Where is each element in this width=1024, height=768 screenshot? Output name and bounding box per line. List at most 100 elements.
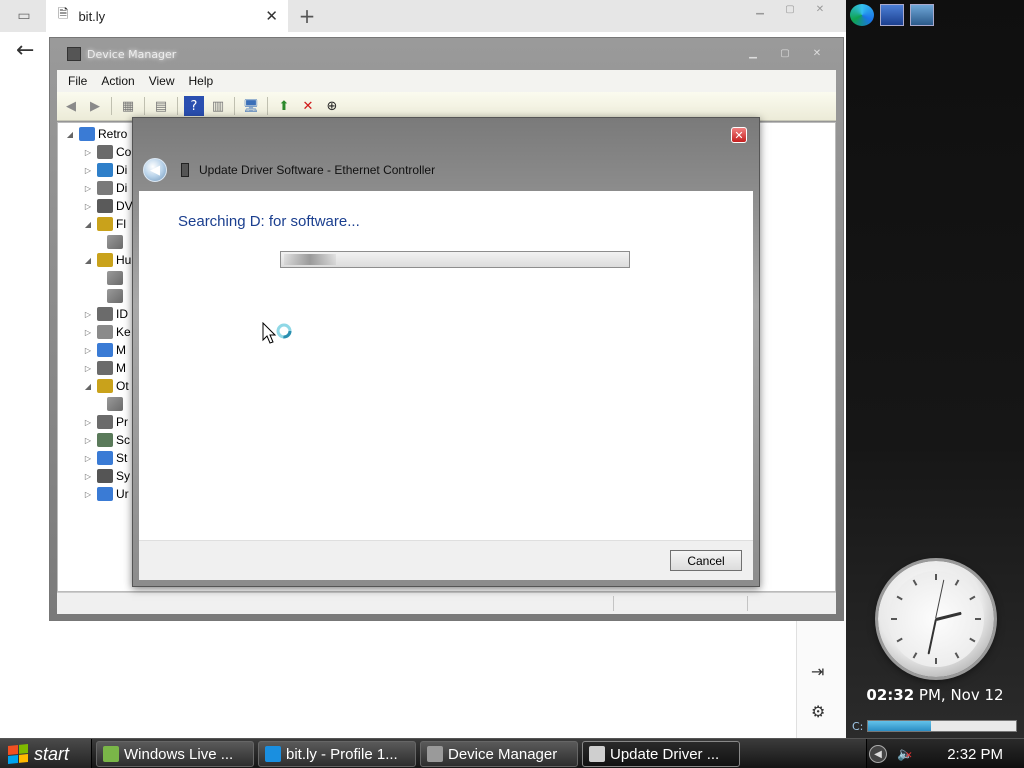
collapse-icon[interactable]: ◢ bbox=[82, 220, 94, 229]
close-icon[interactable]: ✕ bbox=[812, 2, 828, 16]
tree-category[interactable]: ▷ Pr bbox=[82, 413, 128, 431]
back-arrow-icon[interactable]: ◀ bbox=[143, 158, 167, 182]
tree-category[interactable]: ▷ Co bbox=[82, 143, 131, 161]
clock-tick bbox=[954, 579, 960, 586]
tree-category[interactable]: ▷ Di bbox=[82, 179, 127, 197]
back-arrow-icon[interactable]: ◀ bbox=[61, 96, 81, 116]
start-button[interactable]: start bbox=[0, 739, 92, 768]
split-screen-icon[interactable]: ⇥ bbox=[811, 662, 824, 681]
volume-muted-icon[interactable]: 🔈 ✕ bbox=[897, 747, 913, 762]
device-manager-icon bbox=[67, 47, 81, 61]
properties-icon[interactable]: ▤ bbox=[151, 96, 171, 116]
clock-tick bbox=[896, 595, 903, 601]
tree-category[interactable]: ▷ Di bbox=[82, 161, 127, 179]
tab-actions-icon[interactable]: ▭ bbox=[10, 6, 38, 26]
browser-side-rail: ⇥ ⚙ bbox=[796, 620, 846, 738]
maximize-icon[interactable]: ▢ bbox=[774, 46, 796, 60]
task-update-driver[interactable]: Update Driver ... bbox=[582, 741, 740, 767]
forward-arrow-icon[interactable]: ▶ bbox=[85, 96, 105, 116]
expand-icon[interactable]: ▷ bbox=[82, 364, 94, 373]
expand-icon[interactable]: ▷ bbox=[82, 166, 94, 175]
tree-label: ID bbox=[116, 307, 128, 321]
tree-child-device[interactable] bbox=[104, 395, 126, 413]
tree-child-device[interactable] bbox=[104, 287, 126, 305]
expand-icon[interactable]: ▷ bbox=[82, 472, 94, 481]
collapse-icon[interactable]: ◢ bbox=[82, 256, 94, 265]
help-icon[interactable]: ? bbox=[184, 96, 204, 116]
tree-category[interactable]: ◢ Ot bbox=[82, 377, 129, 395]
task-device-manager[interactable]: Device Manager bbox=[420, 741, 578, 767]
system-tray: ◀ 🔈 ✕ 2:32 PM bbox=[866, 739, 1024, 768]
tree-root[interactable]: ◢ Retro bbox=[64, 125, 127, 143]
tree-category[interactable]: ▷ M bbox=[82, 359, 126, 377]
minimize-icon[interactable]: ▁ bbox=[752, 2, 768, 16]
tree-category[interactable]: ▷ Sy bbox=[82, 467, 130, 485]
device-manager-titlebar[interactable]: Device Manager ▁ ▢ ✕ bbox=[57, 38, 836, 70]
show-desktop-icon[interactable] bbox=[880, 4, 904, 26]
tree-child-device[interactable] bbox=[104, 233, 126, 251]
menu-file[interactable]: File bbox=[61, 74, 94, 88]
action-pane-icon[interactable]: ▥ bbox=[208, 96, 228, 116]
tree-label: M bbox=[116, 361, 126, 375]
drive-usage-fill bbox=[868, 721, 931, 731]
scan-hardware-icon[interactable]: 🖥 bbox=[241, 96, 261, 116]
switch-windows-icon[interactable] bbox=[910, 4, 934, 26]
browser-window-controls: ▁ ▢ ✕ bbox=[752, 2, 828, 16]
expand-icon[interactable]: ▷ bbox=[82, 490, 94, 499]
browser-tab[interactable]: 🗎 bit.ly ✕ bbox=[46, 0, 288, 32]
tree-category[interactable]: ▷ Sc bbox=[82, 431, 130, 449]
expand-icon[interactable]: ▷ bbox=[82, 310, 94, 319]
clock-readout: 02:32 PM, Nov 12 bbox=[846, 686, 1024, 704]
tree-label: Retro bbox=[98, 127, 128, 141]
device-icon bbox=[181, 163, 189, 177]
clock-time: 02:32 bbox=[866, 686, 915, 704]
taskbar-clock[interactable]: 2:32 PM bbox=[947, 746, 1003, 763]
busy-cursor-icon bbox=[262, 322, 292, 344]
expand-icon[interactable]: ▷ bbox=[82, 328, 94, 337]
tree-label: M bbox=[116, 343, 126, 357]
maximize-icon[interactable]: ▢ bbox=[782, 2, 798, 16]
tree-category[interactable]: ▷ ID bbox=[82, 305, 128, 323]
collapse-icon[interactable]: ◢ bbox=[82, 382, 94, 391]
tree-category[interactable]: ▷ DV bbox=[82, 197, 133, 215]
close-tab-icon[interactable]: ✕ bbox=[265, 7, 278, 25]
expand-icon[interactable]: ▷ bbox=[82, 454, 94, 463]
disable-device-icon[interactable]: ⊕ bbox=[322, 96, 342, 116]
expand-icon[interactable]: ▷ bbox=[82, 436, 94, 445]
gear-icon[interactable]: ⚙ bbox=[811, 702, 825, 721]
dialog-close-button[interactable]: ✕ bbox=[731, 127, 747, 143]
expand-icon[interactable]: ▷ bbox=[82, 346, 94, 355]
clock-tick bbox=[969, 637, 976, 643]
tree-category[interactable]: ◢ Fl bbox=[82, 215, 126, 233]
tree-category[interactable]: ▷ Ur bbox=[82, 485, 129, 503]
tree-label: Di bbox=[116, 181, 128, 195]
expand-icon[interactable]: ▷ bbox=[82, 418, 94, 427]
tree-category[interactable]: ◢ Hu bbox=[82, 251, 131, 269]
back-button[interactable]: ← bbox=[16, 38, 34, 63]
edge-icon[interactable] bbox=[850, 4, 874, 26]
menu-help[interactable]: Help bbox=[182, 74, 221, 88]
clock-date: PM, Nov 12 bbox=[914, 686, 1004, 704]
task-windows-live[interactable]: Windows Live ... bbox=[96, 741, 254, 767]
minimize-icon[interactable]: ▁ bbox=[742, 46, 764, 60]
cancel-button[interactable]: Cancel bbox=[670, 550, 742, 571]
menu-view[interactable]: View bbox=[142, 74, 182, 88]
tree-category[interactable]: ▷ St bbox=[82, 449, 127, 467]
clock-second-hand bbox=[935, 579, 945, 619]
collapse-icon[interactable]: ◢ bbox=[64, 130, 76, 139]
task-browser[interactable]: bit.ly - Profile 1... bbox=[258, 741, 416, 767]
expand-icon[interactable]: ▷ bbox=[82, 148, 94, 157]
uninstall-icon[interactable]: ✕ bbox=[298, 96, 318, 116]
tree-child-device[interactable] bbox=[104, 269, 126, 287]
menu-action[interactable]: Action bbox=[94, 74, 141, 88]
update-driver-icon[interactable]: ⬆ bbox=[274, 96, 294, 116]
device-category-icon bbox=[97, 325, 113, 339]
close-icon[interactable]: ✕ bbox=[806, 46, 828, 60]
expand-icon[interactable]: ▷ bbox=[82, 184, 94, 193]
show-hidden-icons-icon[interactable]: ◀ bbox=[869, 745, 887, 763]
tree-category[interactable]: ▷ Ke bbox=[82, 323, 131, 341]
expand-icon[interactable]: ▷ bbox=[82, 202, 94, 211]
new-tab-button[interactable]: + bbox=[295, 4, 319, 28]
console-tree-icon[interactable]: ▦ bbox=[118, 96, 138, 116]
tree-category[interactable]: ▷ M bbox=[82, 341, 126, 359]
